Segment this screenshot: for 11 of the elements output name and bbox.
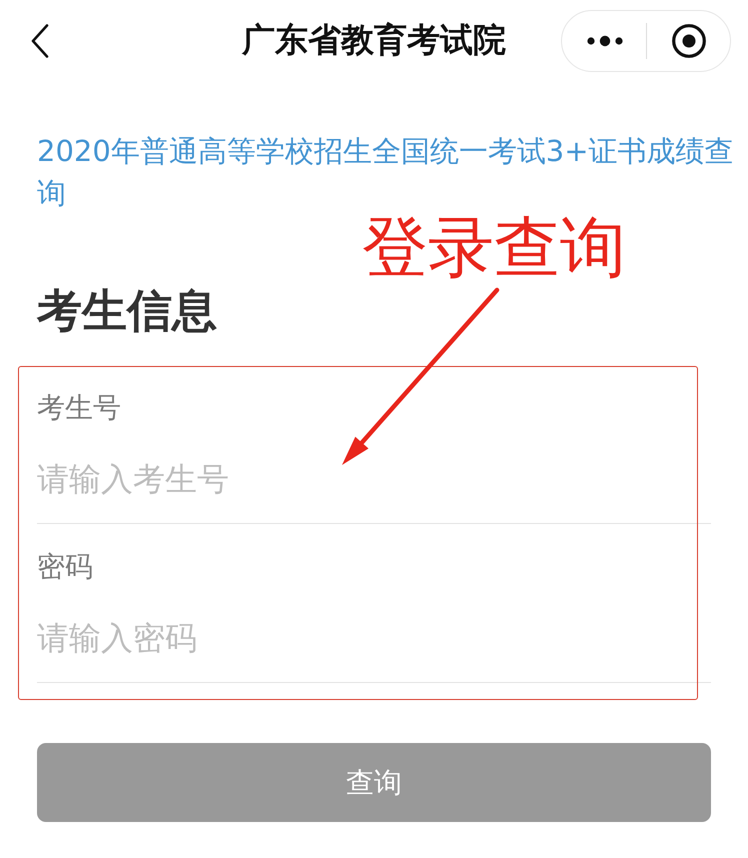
back-icon[interactable] bbox=[31, 24, 49, 58]
exam-title-link[interactable]: 2020年普通高等学校招生全国统一考试3+证书成绩查询 bbox=[37, 130, 748, 214]
ring-icon[interactable] bbox=[672, 24, 706, 58]
section-title: 考生信息 bbox=[37, 283, 218, 339]
more-icon[interactable] bbox=[587, 34, 623, 46]
annotation-label: 登录查询 bbox=[362, 213, 626, 283]
field-label: 考生号 bbox=[37, 390, 122, 426]
page-title: 广东省教育考试院 bbox=[242, 19, 506, 61]
input-field[interactable]: 请输入考生号 bbox=[37, 448, 711, 524]
input-field[interactable]: 请输入密码 bbox=[37, 607, 711, 683]
field-label: 密码 bbox=[37, 549, 94, 585]
